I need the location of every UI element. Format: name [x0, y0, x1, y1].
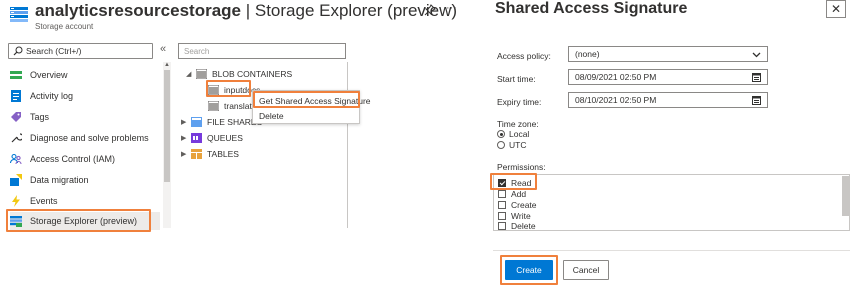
nav-scrollbar-thumb[interactable]	[164, 70, 170, 182]
start-time-label: Start time:	[497, 74, 536, 84]
collapse-menu-icon[interactable]: «	[160, 43, 166, 55]
tree-panel-divider	[347, 62, 348, 228]
close-icon: ✕	[830, 2, 842, 16]
tag-icon	[11, 112, 21, 122]
access-policy-label: Access policy:	[497, 51, 551, 61]
checkbox-icon[interactable]	[498, 190, 506, 198]
footer-divider	[493, 250, 850, 251]
collapsed-arrow-icon[interactable]: ▶	[181, 150, 191, 158]
data-migration-icon	[10, 174, 22, 186]
more-options-icon[interactable]: ···	[446, 2, 457, 14]
calendar-icon[interactable]	[752, 96, 761, 105]
tree-node-queues[interactable]: ▶ QUEUES	[181, 131, 243, 144]
file-share-icon	[191, 116, 202, 127]
permissions-label: Permissions:	[497, 162, 546, 172]
collapsed-arrow-icon[interactable]: ▶	[181, 134, 191, 142]
nav-scrollbar[interactable]: ▲	[163, 62, 171, 228]
expanded-arrow-icon[interactable]: ◢	[186, 70, 196, 78]
tree-search-field[interactable]	[179, 44, 345, 58]
permission-delete-checkbox[interactable]: Delete	[498, 222, 536, 230]
tree-search-input[interactable]	[178, 43, 346, 59]
activity-log-icon	[11, 90, 21, 102]
collapsed-arrow-icon[interactable]: ▶	[181, 118, 191, 126]
time-zone-label: Time zone:	[497, 119, 539, 129]
storage-account-icon	[10, 6, 28, 22]
nav-item-tags[interactable]: Tags	[10, 108, 160, 126]
search-icon	[13, 46, 23, 56]
checkbox-icon[interactable]	[498, 201, 506, 209]
highlight-get-sas	[253, 91, 360, 108]
sas-panel-title: Shared Access Signature	[495, 0, 688, 17]
checkbox-icon[interactable]	[498, 212, 506, 220]
table-icon	[191, 148, 202, 159]
permission-add-checkbox[interactable]: Add	[498, 189, 526, 199]
nav-item-activity-log[interactable]: Activity log	[10, 87, 160, 105]
calendar-icon[interactable]	[752, 73, 761, 82]
tree-node-tables[interactable]: ▶ TABLES	[181, 147, 239, 160]
tree-node-blob-containers[interactable]: ◢ BLOB CONTAINERS	[186, 67, 292, 80]
radio-unselected-icon[interactable]	[497, 141, 505, 149]
permissions-scrollbar[interactable]	[842, 176, 849, 216]
highlight-read	[490, 173, 537, 190]
chevron-down-icon	[752, 52, 761, 58]
time-zone-utc-radio[interactable]: UTC	[497, 140, 526, 150]
folder-icon	[196, 68, 207, 79]
menu-item-delete[interactable]: Delete	[253, 108, 359, 123]
expiry-time-input[interactable]: 08/10/2021 02:50 PM	[568, 92, 768, 108]
close-button[interactable]: ✕	[826, 0, 846, 18]
pin-icon[interactable]	[424, 4, 436, 16]
overview-icon	[10, 71, 22, 79]
scroll-up-icon[interactable]: ▲	[164, 62, 170, 68]
nav-item-data-migration[interactable]: Data migration	[10, 171, 160, 189]
access-policy-select[interactable]: (none)	[568, 46, 768, 62]
wrench-icon	[11, 133, 22, 143]
highlight-storage-explorer	[6, 209, 151, 232]
nav-search-input[interactable]: Search (Ctrl+/)	[8, 43, 153, 59]
start-time-input[interactable]: 08/09/2021 02:50 PM	[568, 69, 768, 85]
permission-create-checkbox[interactable]: Create	[498, 200, 537, 210]
highlight-inputdocs	[206, 80, 251, 97]
nav-item-events[interactable]: Events	[10, 192, 160, 210]
people-icon	[10, 153, 22, 165]
lightning-icon	[12, 195, 20, 207]
queue-icon	[191, 132, 202, 143]
page-subtitle: Storage account	[35, 22, 94, 31]
radio-selected-icon[interactable]	[497, 130, 505, 138]
checkbox-icon[interactable]	[498, 222, 506, 230]
cancel-button[interactable]: Cancel	[563, 260, 609, 280]
nav-item-overview[interactable]: Overview	[10, 66, 160, 84]
page-title: analyticsresourcestorage | Storage Explo…	[35, 1, 458, 20]
highlight-create	[500, 255, 558, 285]
nav-item-access-control[interactable]: Access Control (IAM)	[10, 150, 160, 168]
expiry-time-label: Expiry time:	[497, 97, 542, 107]
permission-write-checkbox[interactable]: Write	[498, 211, 531, 221]
permissions-list	[493, 174, 850, 231]
nav-item-diagnose[interactable]: Diagnose and solve problems	[10, 129, 160, 147]
time-zone-local-radio[interactable]: Local	[497, 129, 529, 139]
container-icon	[208, 100, 219, 111]
tree-node-file-shares[interactable]: ▶ FILE SHARES	[181, 115, 262, 128]
